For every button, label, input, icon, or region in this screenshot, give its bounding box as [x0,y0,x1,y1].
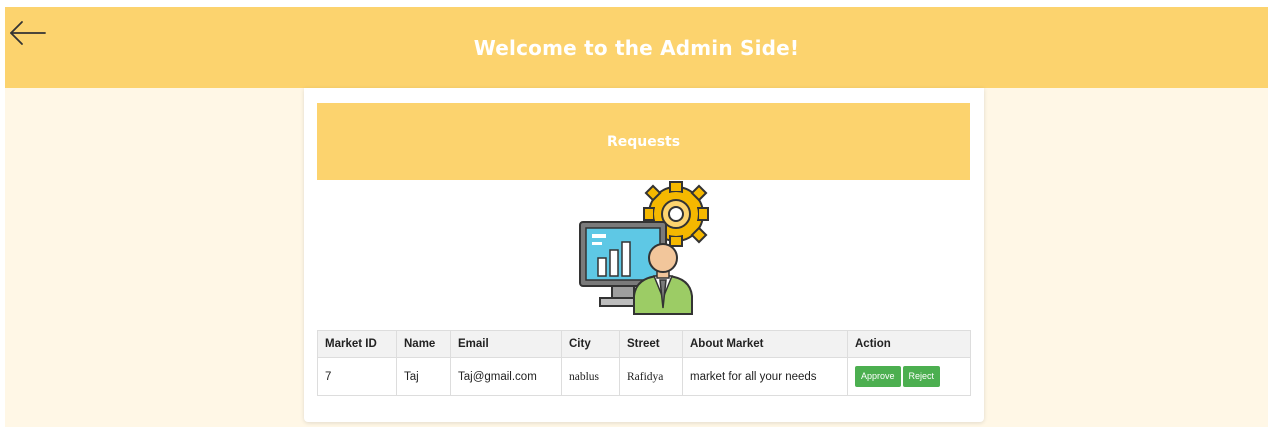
cell-name: Taj [396,357,451,396]
admin-analytics-icon [574,180,714,316]
cell-about-market: market for all your needs [682,357,848,396]
column-header-email: Email [450,330,562,358]
requests-table: Market ID Name Email City Street About M… [317,330,971,396]
column-header-action: Action [847,330,971,358]
column-header-name: Name [396,330,451,358]
column-header-market-id: Market ID [317,330,397,358]
cell-market-id: 7 [317,357,397,396]
column-header-about-market: About Market [682,330,848,358]
cell-street: Rafidya [619,357,683,396]
cell-city: nablus [561,357,620,396]
table-row: 7 Taj Taj@gmail.com nablus Rafidya marke… [317,357,971,396]
page-title: Welcome to the Admin Side! [473,35,800,60]
column-header-street: Street [619,330,683,358]
column-header-city: City [561,330,620,358]
requests-header: Requests [317,103,970,180]
cell-email: Taj@gmail.com [450,357,562,396]
table-header-row: Market ID Name Email City Street About M… [317,330,971,358]
cell-action: Approve Reject [847,357,971,396]
reject-button[interactable]: Reject [902,366,941,387]
approve-button[interactable]: Approve [855,366,901,387]
requests-card: Requests Market ID Name Email City Stree… [304,88,984,422]
